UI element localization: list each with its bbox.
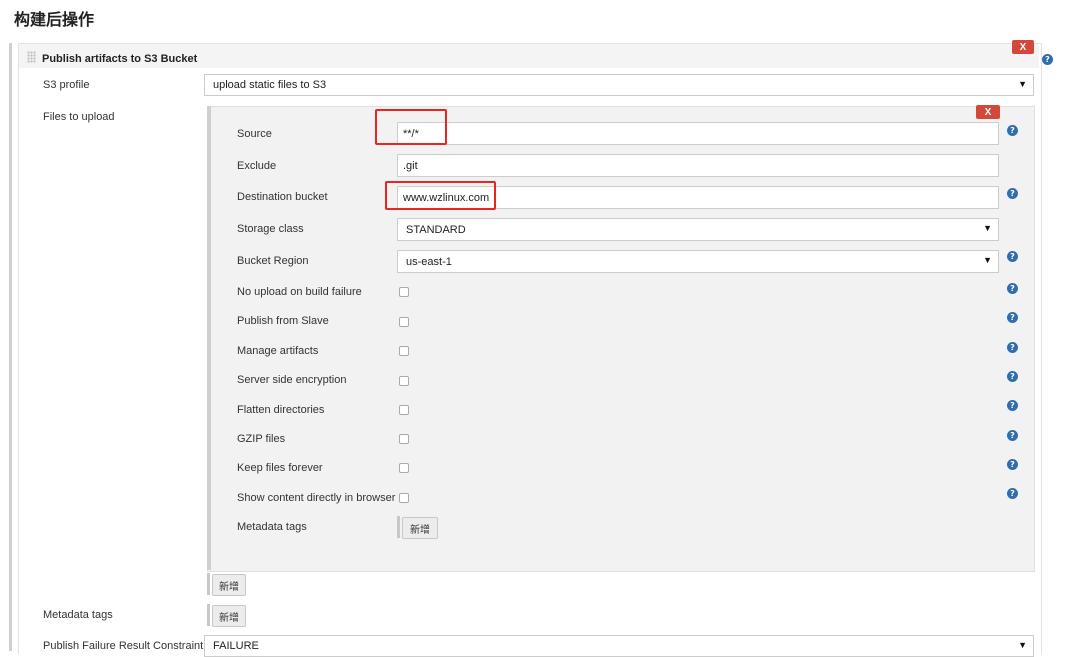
option-label-manage-artifacts: Manage artifacts [237,345,319,357]
source-label: Source [237,128,272,140]
bucket-region-label: Bucket Region [237,255,309,267]
help-icon[interactable]: ? [1007,283,1018,294]
exclude-label: Exclude [237,160,277,172]
option-label-keep-files-forever: Keep files forever [237,462,323,474]
storage-class-label: Storage class [237,223,304,235]
help-icon[interactable]: ? [1007,125,1018,136]
section-title: 构建后操作 [14,10,95,29]
help-icon[interactable]: ? [1007,251,1018,262]
help-icon[interactable]: ? [1007,312,1018,323]
metadata-tags-label: Metadata tags [43,609,113,621]
publish-failure-value: FAILURE [213,640,259,652]
checkbox-keep-files-forever[interactable] [399,463,409,473]
checkbox-gzip-files[interactable] [399,434,409,444]
chevron-down-icon: ▼ [1018,640,1027,650]
inner-metadata-tags-label: Metadata tags [237,521,307,533]
checkbox-server-side-encryption[interactable] [399,376,409,386]
chevron-down-icon: ▼ [983,255,992,265]
chevron-down-icon: ▼ [1018,79,1027,89]
option-label-flatten-directories: Flatten directories [237,404,325,416]
source-input[interactable]: **/* [397,122,999,145]
highlight-box [385,181,496,210]
help-icon[interactable]: ? [1007,400,1018,411]
highlight-box [375,109,447,145]
help-icon[interactable]: ? [1007,459,1018,470]
add-file-entry-button[interactable]: 新增 [212,574,246,596]
checkbox-show-content-in-browser[interactable] [399,493,409,503]
help-icon[interactable]: ? [1007,371,1018,382]
storage-class-select[interactable]: STANDARD ▼ [397,218,999,241]
s3-profile-value: upload static files to S3 [213,79,327,91]
storage-class-value: STANDARD [406,223,466,236]
publish-failure-select[interactable]: FAILURE ▼ [204,635,1034,657]
help-icon[interactable]: ? [1007,488,1018,499]
files-to-upload-label: Files to upload [43,111,115,123]
checkbox-publish-from-slave[interactable] [399,317,409,327]
option-label-server-side-encryption: Server side encryption [237,374,347,386]
exclude-value: .git [403,159,418,172]
option-label-gzip-files: GZIP files [237,433,286,445]
help-icon[interactable]: ? [1007,430,1018,441]
add-metadata-tag-button[interactable]: 新增 [402,517,438,539]
checkbox-flatten-directories[interactable] [399,405,409,415]
chevron-down-icon: ▼ [983,223,992,233]
drag-handle-icon[interactable] [27,51,36,63]
remove-entry-button[interactable]: X [976,105,1000,119]
bucket-region-select[interactable]: us-east-1 ▼ [397,250,999,273]
option-label-no-upload-on-failure: No upload on build failure [237,286,362,298]
publish-failure-label: Publish Failure Result Constraint [43,640,204,652]
help-icon[interactable]: ? [1007,342,1018,353]
s3-profile-select[interactable]: upload static files to S3 ▼ [204,74,1034,96]
destination-bucket-label: Destination bucket [237,191,328,203]
add-bar [397,516,400,538]
plugin-title: Publish artifacts to S3 Bucket [42,53,198,65]
option-label-publish-from-slave: Publish from Slave [237,315,329,327]
option-label-show-content-in-browser: Show content directly in browser [237,492,396,504]
help-icon[interactable]: ? [1007,188,1018,199]
panel-drag-bar [9,43,12,651]
add-bar [207,573,210,595]
remove-plugin-button[interactable]: X [1012,40,1034,54]
bucket-region-value: us-east-1 [406,255,452,268]
checkbox-manage-artifacts[interactable] [399,346,409,356]
exclude-input[interactable]: .git [397,154,999,177]
checkbox-no-upload-on-failure[interactable] [399,287,409,297]
add-metadata-tag-button[interactable]: 新增 [212,605,246,627]
help-icon[interactable]: ? [1042,54,1053,65]
s3-profile-label: S3 profile [43,79,90,91]
files-drag-bar [207,106,211,570]
add-bar [207,604,210,626]
